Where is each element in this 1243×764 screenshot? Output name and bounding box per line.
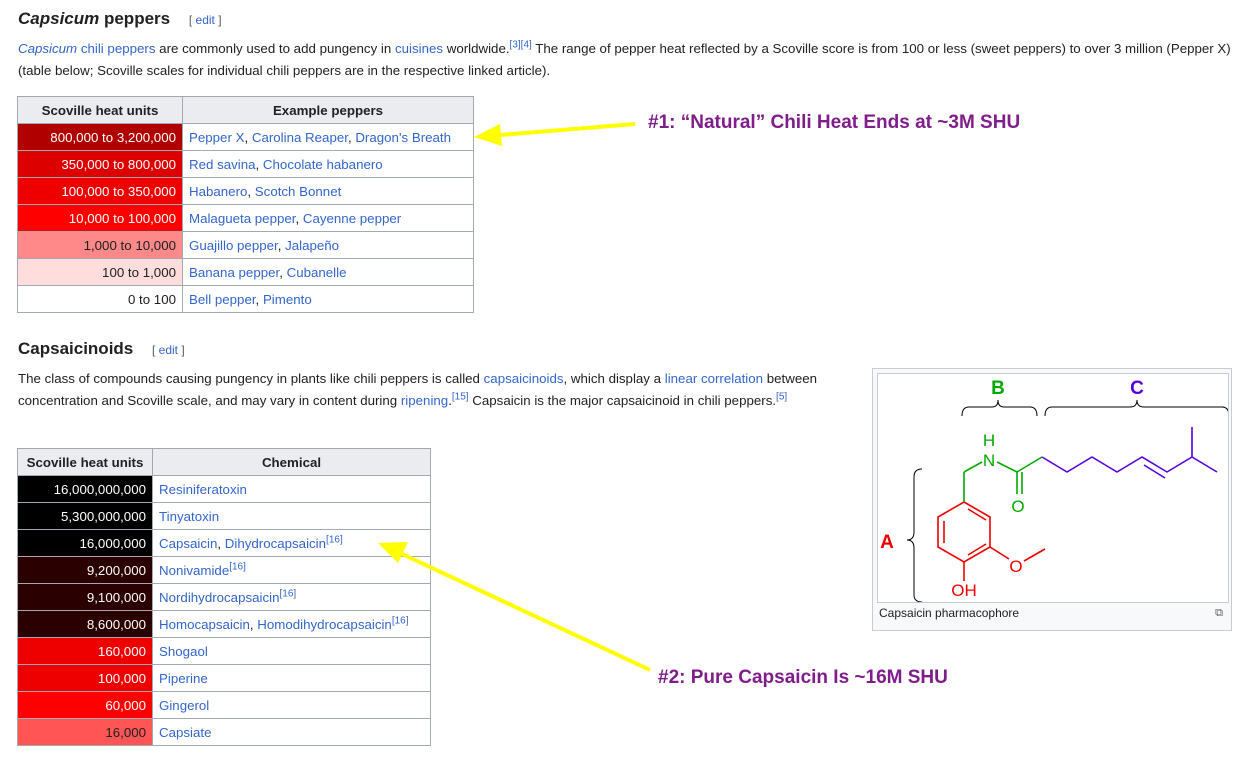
- annotation-note-2: #2: Pure Capsaicin Is ~16M SHU: [658, 667, 948, 688]
- annotation-arrow-1: [474, 122, 636, 146]
- annotation-note-1: #1: “Natural” Chili Heat Ends at ~3M SHU: [648, 112, 1021, 133]
- annotation-arrow-2: [378, 542, 651, 672]
- annotation-overlay: [378, 122, 651, 672]
